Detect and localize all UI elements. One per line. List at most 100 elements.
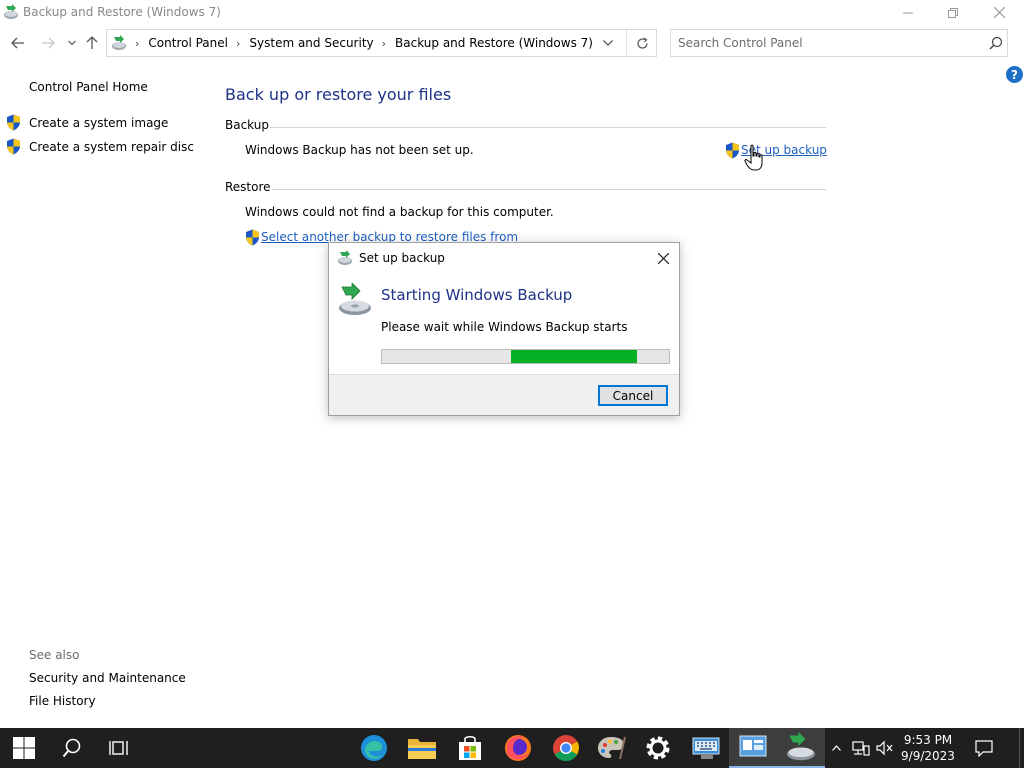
- address-dropdown-button[interactable]: [599, 34, 617, 52]
- title-bar: Backup and Restore (Windows 7): [0, 0, 1024, 25]
- backup-status-text: Windows Backup has not been set up.: [245, 143, 474, 157]
- show-desktop-button[interactable]: [1019, 728, 1024, 768]
- search-box[interactable]: [670, 29, 1008, 57]
- taskbar-file-explorer[interactable]: [398, 728, 446, 768]
- search-input[interactable]: [678, 35, 978, 51]
- taskbar-edge[interactable]: [350, 728, 398, 768]
- close-icon: [993, 7, 1005, 18]
- back-button[interactable]: [8, 32, 28, 54]
- chevron-down-icon: [603, 40, 613, 46]
- help-button[interactable]: ?: [1006, 66, 1023, 83]
- left-pane: Control Panel Home Create a system image…: [0, 70, 200, 720]
- breadcrumb-backup-restore[interactable]: Backup and Restore (Windows 7): [395, 36, 593, 50]
- dialog-close-button[interactable]: [651, 247, 675, 269]
- chevron-up-icon: [831, 745, 841, 751]
- window-title: Backup and Restore (Windows 7): [23, 5, 221, 19]
- edge-icon: [361, 735, 387, 761]
- refresh-button[interactable]: [631, 33, 653, 53]
- tray-overflow-button[interactable]: [828, 728, 844, 768]
- chrome-icon: [553, 735, 580, 762]
- restore-section-label: Restore: [225, 180, 271, 194]
- network-button[interactable]: [850, 728, 872, 768]
- file-history-link[interactable]: File History: [29, 694, 96, 708]
- cancel-button[interactable]: Cancel: [598, 385, 668, 406]
- breadcrumb-system-security[interactable]: System and Security: [249, 36, 373, 50]
- forward-arrow-icon: [42, 37, 55, 49]
- taskbar-backup[interactable]: [777, 728, 825, 768]
- control-panel-icon: [112, 35, 126, 50]
- back-arrow-icon: [11, 37, 24, 49]
- store-icon: [459, 735, 481, 760]
- taskbar-settings[interactable]: [634, 728, 682, 768]
- backup-app-icon: [4, 4, 18, 19]
- divider: [270, 127, 826, 128]
- network-icon: [852, 741, 870, 756]
- search-icon: [989, 36, 1003, 50]
- divider: [272, 189, 826, 190]
- see-also-label: See also: [29, 648, 80, 662]
- dialog-footer: Cancel: [329, 374, 679, 415]
- taskbar-chrome[interactable]: [542, 728, 590, 768]
- progress-fill: [511, 350, 638, 363]
- uac-shield-icon: [246, 229, 259, 246]
- paint-palette-icon: [598, 736, 626, 760]
- breadcrumb-separator-icon[interactable]: ›: [382, 37, 386, 50]
- create-system-image-link[interactable]: Create a system image: [29, 116, 168, 130]
- clock-time: 9:53 PM: [903, 733, 953, 747]
- start-button[interactable]: [0, 728, 48, 768]
- uac-shield-icon: [7, 138, 20, 155]
- chevron-down-icon: [68, 40, 76, 46]
- dialog-message: Please wait while Windows Backup starts: [381, 320, 628, 334]
- dialog-title: Set up backup: [359, 251, 445, 265]
- setup-backup-dialog: Set up backup Starting Windows Backup Pl…: [328, 242, 680, 416]
- taskbar-search-button[interactable]: [48, 728, 96, 768]
- backup-drive-icon: [786, 732, 816, 761]
- taskbar-store[interactable]: [446, 728, 494, 768]
- taskbar-firefox[interactable]: [494, 728, 542, 768]
- windows-logo-icon: [13, 737, 35, 759]
- up-button[interactable]: [82, 32, 102, 54]
- action-center-button[interactable]: [970, 728, 998, 768]
- taskbar-control-panel[interactable]: [729, 728, 777, 768]
- restore-icon: [948, 7, 958, 18]
- notification-icon: [975, 740, 993, 757]
- progress-bar: [381, 349, 670, 364]
- task-view-button[interactable]: [96, 728, 144, 768]
- create-repair-disc-link[interactable]: Create a system repair disc: [29, 140, 194, 154]
- close-icon: [657, 252, 669, 264]
- forward-button[interactable]: [38, 32, 58, 54]
- uac-shield-icon: [726, 142, 739, 159]
- control-panel-icon: [739, 735, 767, 757]
- security-maintenance-link[interactable]: Security and Maintenance: [29, 671, 186, 685]
- backup-app-icon: [338, 250, 352, 265]
- backup-section-label: Backup: [225, 118, 269, 132]
- refresh-icon: [636, 37, 648, 49]
- uac-shield-icon: [7, 114, 20, 131]
- close-button[interactable]: [976, 0, 1022, 25]
- hand-cursor-icon: [744, 144, 763, 171]
- taskbar-on-screen-keyboard[interactable]: [682, 728, 730, 768]
- up-arrow-icon: [86, 36, 98, 49]
- help-icon: ?: [1011, 67, 1018, 82]
- page-title: Back up or restore your files: [225, 85, 452, 104]
- address-bar[interactable]: › Control Panel › System and Security › …: [106, 29, 657, 57]
- clock-date: 9/9/2023: [901, 749, 955, 763]
- breadcrumb-control-panel[interactable]: Control Panel: [148, 36, 228, 50]
- taskbar-paint[interactable]: [587, 728, 635, 768]
- breadcrumb: › Control Panel › System and Security › …: [133, 36, 599, 50]
- recent-locations-button[interactable]: [62, 32, 82, 54]
- minimize-icon: [903, 12, 913, 13]
- breadcrumb-separator-icon[interactable]: ›: [236, 37, 240, 50]
- clock[interactable]: 9:53 PM 9/9/2023: [892, 732, 964, 764]
- taskbar: 9:53 PM 9/9/2023: [0, 728, 1024, 768]
- address-divider: [626, 30, 627, 56]
- minimize-button[interactable]: [885, 0, 931, 25]
- control-panel-home-link[interactable]: Control Panel Home: [29, 80, 148, 94]
- restore-status-text: Windows could not find a backup for this…: [245, 205, 554, 219]
- firefox-icon: [505, 735, 531, 761]
- breadcrumb-separator-icon[interactable]: ›: [135, 37, 139, 50]
- dialog-heading: Starting Windows Backup: [381, 286, 573, 304]
- restore-button[interactable]: [930, 0, 976, 25]
- search-icon: [62, 738, 81, 758]
- keyboard-icon: [692, 737, 720, 759]
